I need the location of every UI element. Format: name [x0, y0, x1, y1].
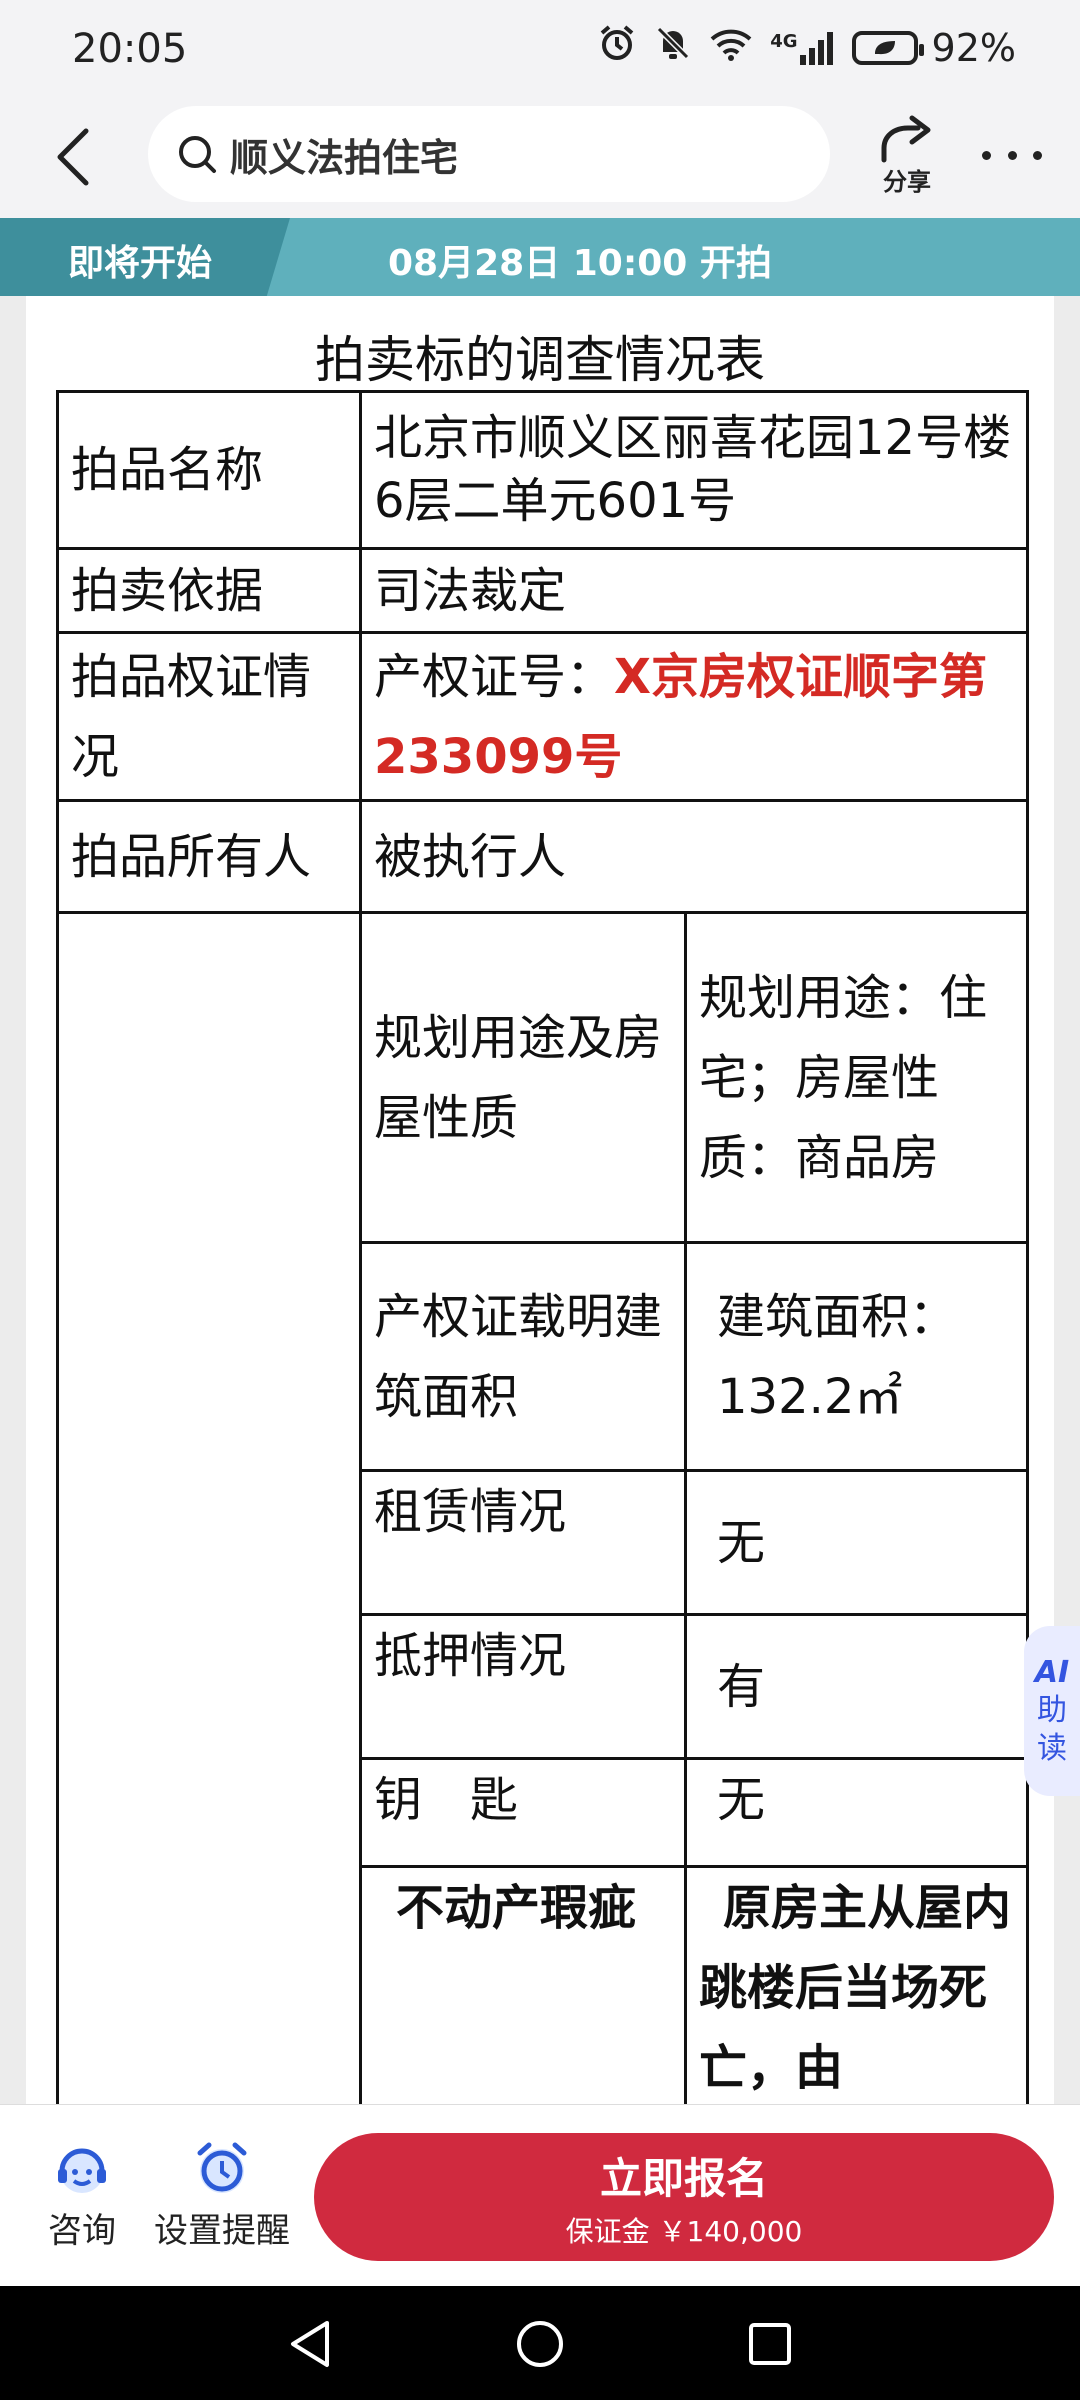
reminder-label: 设置提醒: [154, 2211, 290, 2251]
status-time: 20:05: [72, 26, 188, 72]
row-label: 钥 匙: [359, 1757, 687, 1868]
back-button[interactable]: [42, 122, 102, 192]
auction-status-banner: 即将开始 08月28日 10:00 开拍: [0, 218, 1080, 296]
customer-service-icon: [58, 2148, 106, 2193]
document-title: 拍卖标的调查情况表: [315, 331, 765, 389]
row-value: 被执行人: [359, 799, 1029, 914]
consult-button[interactable]: 咨询: [48, 2141, 116, 2252]
set-reminder-button[interactable]: 设置提醒: [154, 2141, 290, 2252]
table-row: 拍卖依据 司法裁定: [56, 547, 1029, 634]
cert-prefix: 产权证号：: [374, 648, 615, 705]
share-button[interactable]: 分享: [874, 114, 940, 204]
row-label: 不动产瑕疵: [359, 1865, 687, 2104]
row-label: 拍品名称: [56, 390, 362, 550]
more-options-button[interactable]: [982, 140, 1042, 170]
top-bar: 顺义法拍住宅 分享: [0, 100, 1080, 218]
mute-bell-icon: [654, 24, 692, 71]
auction-start-time: 08月28日 10:00 开拍: [388, 243, 772, 284]
row-label-empty: [56, 911, 362, 2104]
row-value: 无: [684, 1757, 1029, 1868]
row-label: 拍品所有人: [56, 799, 362, 914]
table-row: 拍品所有人 被执行人: [56, 799, 1029, 914]
share-icon: [881, 115, 931, 163]
search-input[interactable]: 顺义法拍住宅: [148, 106, 830, 202]
status-icons: 4G 92%: [598, 24, 1016, 71]
battery-indicator: 92%: [851, 25, 1016, 70]
row-value: 建筑面积：132.2㎡: [684, 1241, 1029, 1472]
row-value: 有: [684, 1613, 1029, 1760]
row-label: 规划用途及房屋性质: [359, 911, 687, 1244]
bottom-action-bar: 咨询 设置提醒 立即报名 保证金 ￥140,000: [0, 2104, 1080, 2286]
nav-back-icon: [291, 2321, 329, 2367]
row-label: 租赁情况: [359, 1469, 687, 1616]
signal-icon: 4G: [770, 31, 833, 65]
nav-home-icon: [517, 2321, 563, 2367]
table-row: 拍品权证情况 产权证号：X京房权证顺字第233099号: [56, 631, 1029, 802]
nav-back-button[interactable]: [282, 2316, 338, 2372]
battery-percent: 92%: [931, 25, 1016, 70]
ai-assist-button[interactable]: AI 助 读: [1024, 1626, 1080, 1796]
table-row: 规划用途及房屋性质 规划用途：住宅；房屋性质：商品房: [56, 911, 1029, 2104]
status-bar: 20:05 4G 92%: [0, 0, 1080, 100]
row-value: 产权证号：X京房权证顺字第233099号: [359, 631, 1029, 802]
deposit-label: 保证金 ￥140,000: [565, 2214, 803, 2248]
wifi-icon: [710, 26, 752, 70]
system-nav-bar: [0, 2286, 1080, 2400]
row-value: 无: [684, 1469, 1029, 1616]
content-area[interactable]: 拍卖标的调查情况表 拍品名称 北京市顺义区丽喜花园12号楼6层二单元601号 拍…: [0, 296, 1080, 2104]
row-value: 北京市顺义区丽喜花园12号楼6层二单元601号: [359, 390, 1029, 550]
row-label: 抵押情况: [359, 1613, 687, 1760]
more-dot-icon: [982, 150, 991, 160]
more-dot-icon: [1007, 150, 1017, 160]
row-label: 产权证载明建筑面积: [359, 1241, 687, 1472]
row-label: 拍品权证情况: [56, 631, 362, 802]
ai-label-3: 读: [1037, 1731, 1067, 1766]
consult-label: 咨询: [48, 2211, 116, 2251]
row-label: 拍卖依据: [56, 547, 362, 634]
signup-button[interactable]: 立即报名 保证金 ￥140,000: [314, 2133, 1054, 2261]
document-image: 拍卖标的调查情况表 拍品名称 北京市顺义区丽喜花园12号楼6层二单元601号 拍…: [26, 296, 1054, 2104]
table-row: 拍品名称 北京市顺义区丽喜花园12号楼6层二单元601号: [56, 390, 1029, 550]
row-value: 规划用途：住宅；房屋性质：商品房: [684, 911, 1029, 1244]
nav-recents-button[interactable]: [742, 2316, 798, 2372]
nav-recents-icon: [749, 2323, 791, 2365]
ai-label: AI: [1034, 1655, 1070, 1690]
search-icon: [174, 131, 220, 177]
search-query: 顺义法拍住宅: [230, 135, 459, 180]
share-label: 分享: [883, 168, 931, 196]
back-arrow-icon: [57, 128, 89, 186]
row-value: 司法裁定: [359, 547, 1029, 634]
row-value: 原房主从屋内跳楼后当场死亡，由: [684, 1865, 1029, 2104]
signup-label: 立即报名: [599, 2153, 768, 2203]
more-dot-icon: [1033, 150, 1042, 160]
alarm-clock-icon: [197, 2142, 247, 2193]
battery-icon: [851, 30, 924, 65]
network-type: 4G: [770, 30, 798, 52]
ai-label-2: 助: [1037, 1693, 1067, 1728]
investigation-table: 拍品名称 北京市顺义区丽喜花园12号楼6层二单元601号 拍卖依据 司法裁定 拍…: [56, 390, 1029, 2104]
nav-home-button[interactable]: [512, 2316, 568, 2372]
auction-status: 即将开始: [68, 243, 213, 284]
alarm-icon: [598, 24, 636, 71]
